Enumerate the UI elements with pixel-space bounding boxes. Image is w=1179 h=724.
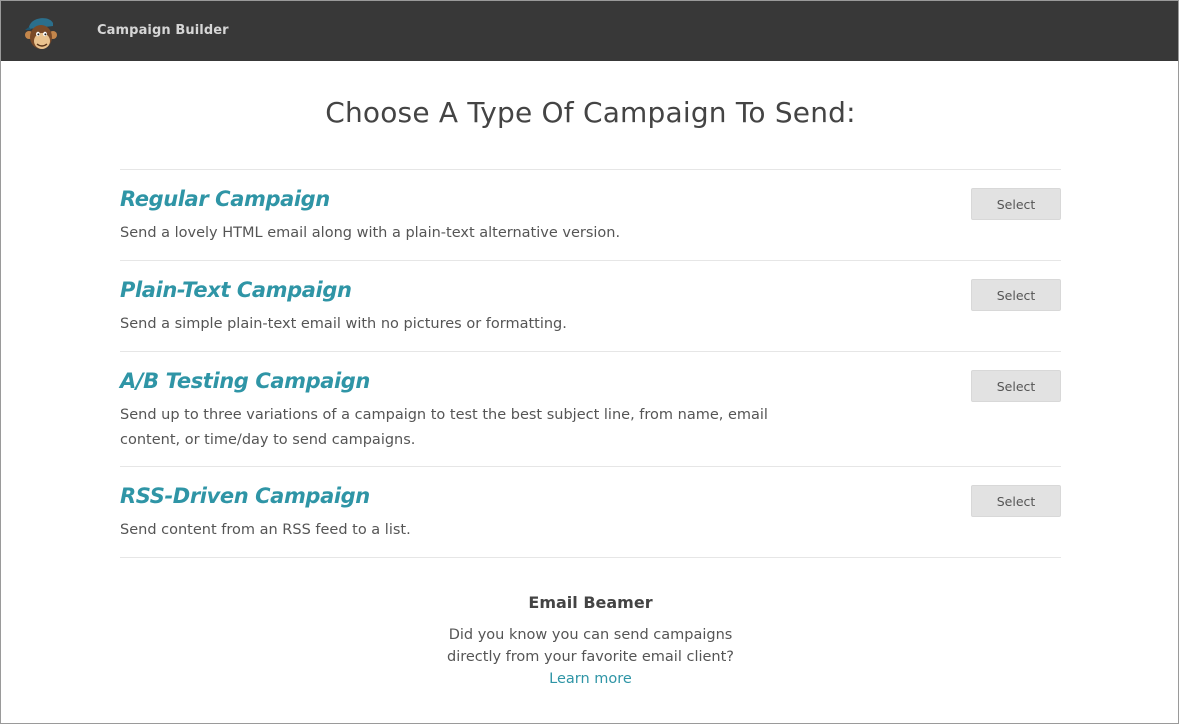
campaign-type-row-regular: Regular Campaign Send a lovely HTML emai… [120, 170, 1061, 261]
campaign-type-description: Send a simple plain-text email with no p… [120, 316, 567, 332]
campaign-type-row-plain-text: Plain-Text Campaign Send a simple plain-… [120, 261, 1061, 352]
campaign-type-row-ab-testing: A/B Testing Campaign Send up to three va… [120, 352, 1061, 467]
campaign-type-description: Send a lovely HTML email along with a pl… [120, 225, 621, 241]
email-beamer-title: Email Beamer [528, 593, 653, 612]
select-ab-testing-campaign-button[interactable]: Select [971, 370, 1061, 402]
top-navigation-bar: Campaign Builder [1, 1, 1178, 61]
campaign-type-title[interactable]: RSS-Driven Campaign [120, 484, 370, 508]
campaign-type-row-rss-driven: RSS-Driven Campaign Send content from an… [120, 467, 1061, 558]
campaign-type-description: Send up to three variations of a campaig… [120, 407, 768, 448]
campaign-type-title[interactable]: Regular Campaign [120, 187, 330, 211]
select-regular-campaign-button[interactable]: Select [971, 188, 1061, 220]
campaign-type-title[interactable]: Plain-Text Campaign [120, 278, 352, 302]
learn-more-link[interactable]: Learn more [549, 671, 632, 687]
email-beamer-text-line1: Did you know you can send campaigns [448, 627, 733, 643]
email-beamer-text-line2: directly from your favorite email client… [446, 649, 734, 665]
campaign-type-list: Regular Campaign Send a lovely HTML emai… [120, 169, 1061, 558]
app-window: Campaign Builder Choose A Type Of Campai… [0, 0, 1179, 724]
chimp-mascot-icon[interactable] [23, 13, 59, 53]
campaign-type-description: Send content from an RSS feed to a list. [120, 522, 411, 538]
select-plain-text-campaign-button[interactable]: Select [971, 279, 1061, 311]
email-beamer-section: Email Beamer Did you know you can send c… [1, 593, 1179, 690]
campaign-type-title[interactable]: A/B Testing Campaign [120, 369, 370, 393]
select-rss-driven-campaign-button[interactable]: Select [971, 485, 1061, 517]
page-heading: Choose A Type Of Campaign To Send: [325, 96, 856, 129]
app-title: Campaign Builder [97, 23, 229, 38]
